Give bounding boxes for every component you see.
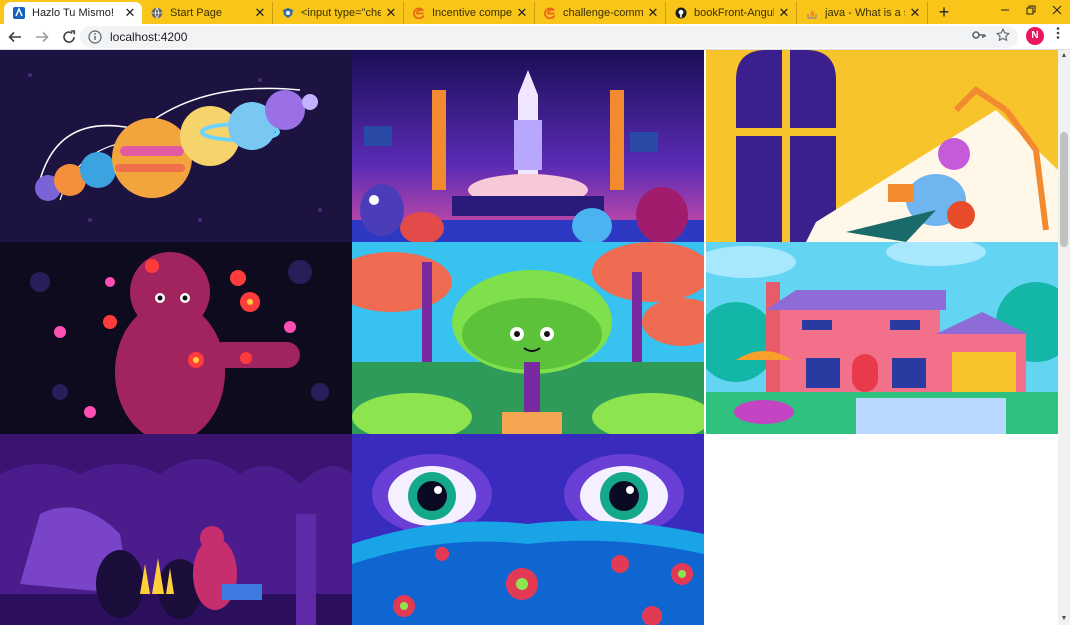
stackoverflow-icon xyxy=(805,6,819,20)
masked-face-virus-illustration xyxy=(352,434,704,625)
tab-hazlo-tu-mismo[interactable]: Hazlo Tu Mismo! ✕ xyxy=(4,2,142,24)
tab-strip: Hazlo Tu Mismo! ✕ Start Page ✕ <input ty… xyxy=(0,0,1070,24)
shield-icon xyxy=(281,6,295,20)
reading-by-window-illustration xyxy=(706,50,1058,242)
close-tab-icon[interactable]: ✕ xyxy=(909,6,921,19)
profile-avatar[interactable]: N xyxy=(1026,26,1044,45)
scrollbar-thumb[interactable] xyxy=(1060,132,1068,247)
tab-title: java - What is a supp xyxy=(825,7,905,19)
kebab-menu-icon[interactable] xyxy=(1052,26,1064,45)
gallery-tile-house[interactable] xyxy=(706,242,1058,434)
info-icon[interactable] xyxy=(88,30,102,44)
planets-illustration xyxy=(0,50,352,242)
close-tab-icon[interactable]: ✕ xyxy=(385,6,397,19)
address-url: localhost:4200 xyxy=(110,30,188,44)
close-tab-icon[interactable]: ✕ xyxy=(778,6,790,19)
restore-icon[interactable] xyxy=(1018,0,1044,20)
tab-title: Hazlo Tu Mismo! xyxy=(32,7,114,19)
gallery-tile-creature[interactable] xyxy=(0,242,352,434)
browser-toolbar: localhost:4200 N xyxy=(0,24,1070,50)
tab-title: Incentive compensat xyxy=(432,7,512,19)
tab-incentive-compensation[interactable]: Incentive compensat ✕ xyxy=(404,2,535,24)
close-window-icon[interactable] xyxy=(1044,0,1070,20)
forest-tree-face-illustration xyxy=(352,242,704,434)
close-tab-icon[interactable]: ✕ xyxy=(124,6,136,19)
close-tab-icon[interactable]: ✕ xyxy=(254,6,266,19)
gallery-tile-masked-face[interactable] xyxy=(352,434,704,625)
rocket-launch-illustration xyxy=(352,50,704,242)
reload-icon[interactable] xyxy=(57,25,81,49)
key-icon[interactable] xyxy=(972,28,986,45)
campfire-cave-illustration xyxy=(0,434,352,625)
tab-start-page[interactable]: Start Page ✕ xyxy=(142,2,273,24)
new-tab-button[interactable]: + xyxy=(932,2,956,24)
tab-title: bookFront-Angular-2 xyxy=(694,7,774,19)
gallery-tile-reading[interactable] xyxy=(706,50,1058,242)
tab-input-checkbox[interactable]: <input type="checkb ✕ xyxy=(273,2,404,24)
tab-bookfront-angular[interactable]: bookFront-Angular-2 ✕ xyxy=(666,2,797,24)
github-icon xyxy=(674,6,688,20)
globe-icon xyxy=(150,6,164,20)
gallery-grid xyxy=(0,50,1058,625)
gallery-tile-rocket[interactable] xyxy=(352,50,704,242)
forward-arrow-icon[interactable] xyxy=(30,25,54,49)
tab-challenge-commercial[interactable]: challenge-commercia ✕ xyxy=(535,2,666,24)
gallery-tile-planets[interactable] xyxy=(0,50,352,242)
minimize-icon[interactable] xyxy=(992,0,1018,20)
tab-title: <input type="checkb xyxy=(301,7,381,19)
glowing-creature-illustration xyxy=(0,242,352,434)
gallery-tile-forest[interactable] xyxy=(352,242,704,434)
close-tab-icon[interactable]: ✕ xyxy=(516,6,528,19)
gallery-tile-campfire[interactable] xyxy=(0,434,352,625)
tab-title: challenge-commercia xyxy=(563,7,643,19)
close-tab-icon[interactable]: ✕ xyxy=(647,6,659,19)
back-arrow-icon[interactable] xyxy=(3,25,27,49)
tab-java-question[interactable]: java - What is a supp ✕ xyxy=(797,2,928,24)
scroll-down-arrow-icon[interactable]: ▼ xyxy=(1058,613,1070,625)
edge-icon xyxy=(543,6,557,20)
angular-blue-icon xyxy=(12,6,26,20)
scroll-up-arrow-icon[interactable]: ▲ xyxy=(1058,50,1070,62)
vertical-scrollbar[interactable]: ▲ ▼ xyxy=(1058,50,1070,625)
tab-title: Start Page xyxy=(170,7,222,19)
suburban-house-illustration xyxy=(706,242,1058,434)
window-controls xyxy=(992,0,1070,24)
edge-icon xyxy=(412,6,426,20)
address-bar[interactable]: localhost:4200 xyxy=(80,26,1018,48)
bookmark-star-icon[interactable] xyxy=(996,27,1010,45)
